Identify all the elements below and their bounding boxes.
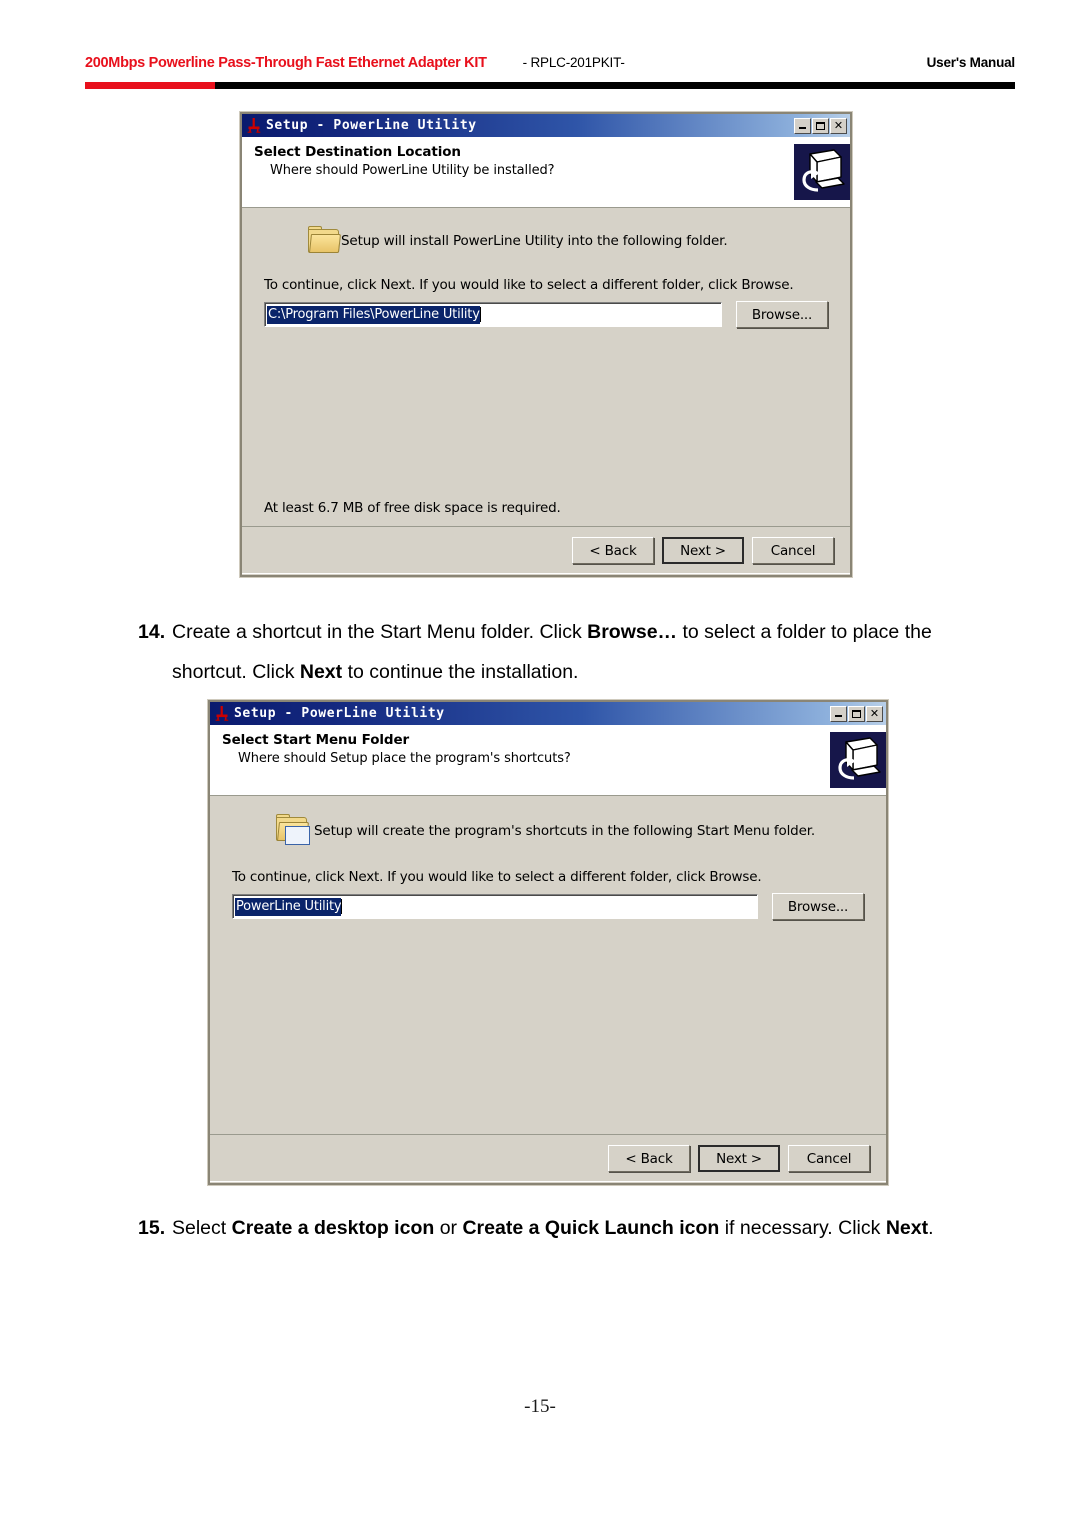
install-folder-row: Setup will install PowerLine Utility int… [264, 226, 828, 255]
step-15: 15. Select Create a desktop icon or Crea… [138, 1208, 938, 1248]
step-15-part-3: Create a Quick Launch icon [462, 1217, 720, 1239]
next-button[interactable]: Next > [698, 1145, 780, 1172]
page-title: Select Destination Location [254, 144, 461, 160]
step-14: 14. Create a shortcut in the Start Menu … [138, 612, 938, 692]
destination-path-value: C:\Program Files\PowerLine Utility [267, 305, 480, 324]
dialog-body: Setup will create the program's shortcut… [210, 796, 886, 1134]
setup-dialog-start-menu: Setup - PowerLine Utility ✕ Select Start… [208, 700, 888, 1185]
manual-label: User's Manual [926, 55, 1016, 70]
folder-icon [286, 226, 341, 255]
step-15-text: Select Create a desktop icon or Create a… [172, 1208, 938, 1248]
setup-app-icon [213, 705, 231, 723]
start-menu-folder-value: PowerLine Utility [235, 897, 342, 916]
next-button[interactable]: Next > [662, 537, 744, 564]
step-14-number: 14. [138, 621, 166, 643]
product-title: 200Mbps Powerline Pass-Through Fast Ethe… [85, 55, 487, 71]
computer-install-icon [830, 732, 886, 788]
step-15-part-5: Next [885, 1217, 929, 1239]
page-subtitle: Where should PowerLine Utility be instal… [270, 163, 555, 178]
folder-programs-icon [254, 814, 310, 847]
dialog-header: Select Destination Location Where should… [242, 137, 850, 208]
minimize-icon[interactable] [794, 117, 811, 134]
step-15-part-1: Create a desktop icon [231, 1217, 435, 1239]
back-button[interactable]: < Back [608, 1145, 690, 1172]
product-model: - RPLC-201PKIT- [522, 55, 625, 70]
startmenu-folder-text: Setup will create the program's shortcut… [314, 822, 816, 839]
dialog-header: Select Start Menu Folder Where should Se… [210, 725, 886, 796]
setup-app-icon [245, 117, 263, 135]
titlebar-title: Setup - PowerLine Utility [234, 706, 445, 721]
window-controls: ✕ [830, 705, 884, 722]
continue-note: To continue, click Next. If you would li… [232, 869, 762, 885]
titlebar[interactable]: Setup - PowerLine Utility ✕ [210, 702, 886, 725]
disk-space-note: At least 6.7 MB of free disk space is re… [264, 500, 561, 516]
step-14-text: Create a shortcut in the Start Menu fold… [172, 612, 938, 692]
text-caret [479, 307, 481, 322]
page-subtitle: Where should Setup place the program's s… [238, 751, 571, 766]
step-15-part-4: if necessary. Click [719, 1217, 886, 1239]
maximize-icon[interactable] [848, 705, 865, 722]
destination-path-input[interactable]: C:\Program Files\PowerLine Utility [264, 302, 722, 327]
header-rule-black [215, 82, 1015, 89]
step-15-part-6: . [928, 1217, 934, 1239]
step-15-number: 15. [138, 1217, 166, 1239]
cancel-button[interactable]: Cancel [752, 537, 834, 564]
step-14-part-1: Browse… [587, 621, 678, 643]
start-menu-folder-input[interactable]: PowerLine Utility [232, 894, 758, 919]
titlebar[interactable]: Setup - PowerLine Utility ✕ [242, 114, 850, 137]
step-15-part-0: Select [172, 1217, 232, 1239]
header-rule-red [85, 82, 216, 89]
back-button[interactable]: < Back [572, 537, 654, 564]
close-icon[interactable]: ✕ [830, 117, 847, 134]
dialog-body: Setup will install PowerLine Utility int… [242, 208, 850, 526]
page-number: -15- [524, 1396, 556, 1417]
folder-input-row: C:\Program Files\PowerLine Utility Brows… [264, 301, 828, 328]
folder-input-row: PowerLine Utility Browse... [232, 893, 864, 920]
dialog-header-text: Select Start Menu Folder Where should Se… [222, 732, 830, 788]
cancel-button[interactable]: Cancel [788, 1145, 870, 1172]
browse-button[interactable]: Browse... [736, 301, 828, 328]
page-title: Select Start Menu Folder [222, 732, 410, 748]
maximize-icon[interactable] [812, 117, 829, 134]
page-header: 200Mbps Powerline Pass-Through Fast Ethe… [85, 55, 1015, 89]
step-14-part-0: Create a shortcut in the Start Menu fold… [172, 621, 588, 643]
setup-dialog-destination: Setup - PowerLine Utility ✕ Select Desti… [240, 112, 852, 577]
dialog-footer: < Back Next > Cancel [210, 1134, 886, 1182]
window-controls: ✕ [794, 117, 848, 134]
computer-install-icon [794, 144, 850, 200]
minimize-icon[interactable] [830, 705, 847, 722]
close-icon[interactable]: ✕ [866, 705, 883, 722]
continue-note: To continue, click Next. If you would li… [264, 277, 794, 293]
dialog-header-text: Select Destination Location Where should… [254, 144, 794, 200]
startmenu-folder-row: Setup will create the program's shortcut… [232, 814, 864, 847]
dialog-footer: < Back Next > Cancel [242, 526, 850, 574]
step-15-part-2: or [434, 1217, 463, 1239]
browse-button[interactable]: Browse... [772, 893, 864, 920]
install-folder-text: Setup will install PowerLine Utility int… [341, 232, 728, 249]
header-rule [85, 82, 1015, 89]
step-14-part-4: to continue the installation. [342, 661, 579, 683]
text-caret [341, 899, 343, 914]
step-14-part-3: Next [299, 661, 343, 683]
header-row: 200Mbps Powerline Pass-Through Fast Ethe… [85, 55, 1015, 77]
titlebar-title: Setup - PowerLine Utility [266, 118, 477, 133]
